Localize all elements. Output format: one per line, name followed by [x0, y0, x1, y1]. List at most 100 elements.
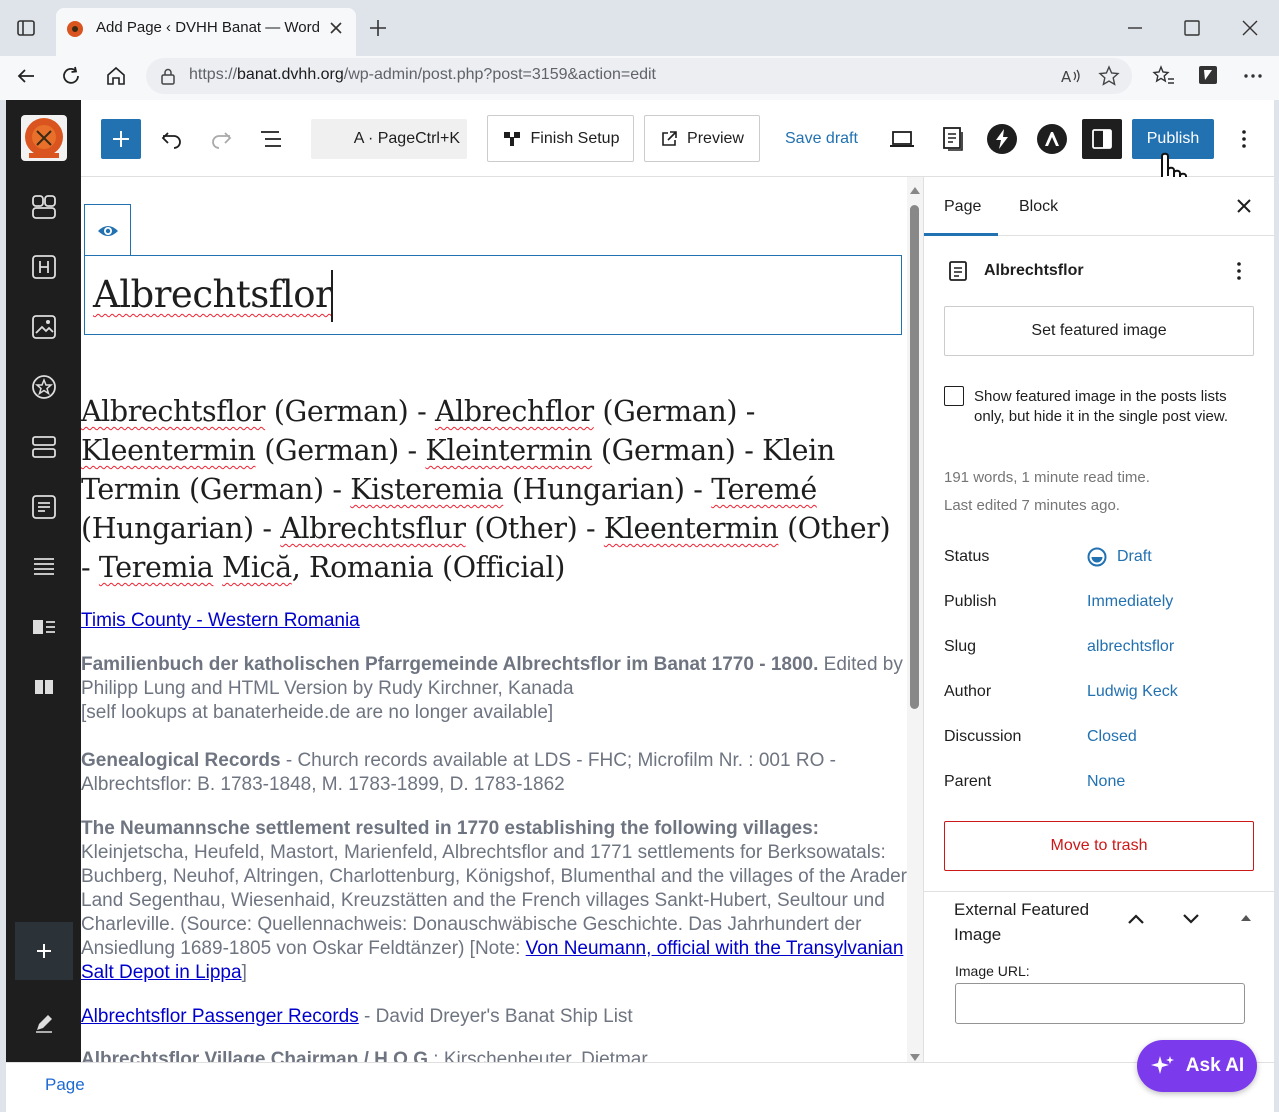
summary-label-status: Status — [944, 548, 990, 565]
url-text[interactable]: https://banat.dvhh.org/wp-admin/post.php… — [189, 66, 656, 84]
draft-status-icon — [1087, 547, 1107, 567]
move-up-icon[interactable] — [1126, 911, 1146, 927]
active-tab-indicator — [924, 233, 998, 236]
heading-segment: Teremia — [98, 551, 214, 584]
maximize-icon[interactable] — [1182, 18, 1202, 38]
heading-segment: Mică — [222, 551, 292, 584]
genealogical-paragraph[interactable]: Genealogical Records - Church records av… — [81, 749, 907, 797]
minimize-icon[interactable] — [1125, 18, 1145, 38]
plugin-bolt-icon[interactable] — [986, 123, 1018, 155]
columns-icon[interactable] — [31, 674, 57, 700]
ask-ai-button[interactable]: Ask AI — [1137, 1040, 1257, 1092]
heading-segment: (Hungarian) - — [81, 512, 281, 545]
settings-sidebar-toggle[interactable] — [1082, 119, 1122, 159]
device-preview-icon[interactable] — [889, 128, 915, 150]
settlement-paragraph[interactable]: The Neumannsche settlement resulted in 1… — [81, 817, 907, 985]
image-url-input[interactable] — [955, 983, 1245, 1024]
tab-actions-icon[interactable] — [16, 18, 36, 38]
heading-segment: Albrechflor — [434, 395, 594, 428]
paragraph-lines-icon[interactable] — [31, 554, 57, 580]
scroll-up-icon[interactable] — [909, 185, 921, 195]
footer-breadcrumb[interactable]: Page — [45, 1075, 85, 1095]
page-doc-icon — [948, 260, 968, 282]
sidebar-doc-title: Albrechtsflor — [984, 262, 1084, 279]
chairman-clip: Albrechtsflor Village Chairman / H.O.G.:… — [81, 1045, 907, 1062]
redo-icon[interactable] — [209, 128, 233, 150]
settlement-bold: The Neumannsche settlement resulted in 1… — [81, 818, 820, 839]
familienbuch-bold: Familienbuch der katholischen Pfarrgemei… — [81, 654, 819, 675]
move-down-icon[interactable] — [1181, 911, 1201, 927]
passenger-records-link[interactable]: Albrechtsflor Passenger Records — [81, 1006, 359, 1027]
eye-icon — [97, 225, 118, 236]
favorites-list-icon[interactable] — [1152, 65, 1176, 87]
heading-block-icon[interactable] — [31, 254, 57, 280]
set-featured-image-button[interactable]: Set featured image — [944, 306, 1254, 356]
heading-segment: (German) - — [265, 395, 435, 428]
doc-actions-icon[interactable] — [1230, 261, 1248, 281]
summary-value-discussion[interactable]: Closed — [1087, 728, 1137, 746]
stack-blocks-icon[interactable] — [31, 434, 57, 460]
post-title-text[interactable]: Albrechtsflor — [93, 273, 333, 316]
collapse-panel-icon[interactable] — [1240, 913, 1252, 923]
chairman-paragraph[interactable]: Albrechtsflor Village Chairman / H.O.G.:… — [81, 1048, 907, 1062]
heading-segment: Albrechtsflur — [280, 512, 466, 545]
options-menu-icon[interactable] — [1234, 128, 1254, 150]
summary-label-discussion: Discussion — [944, 728, 1022, 745]
sidebar-close-icon[interactable] — [1236, 198, 1252, 214]
block-inserter-button[interactable] — [101, 119, 141, 159]
patterns-icon[interactable] — [31, 194, 57, 220]
canvas-scroll-thumb[interactable] — [910, 205, 919, 709]
summary-value-author[interactable]: Ludwig Keck — [1087, 683, 1178, 701]
form-block-icon[interactable] — [31, 494, 57, 520]
summary-value-status[interactable]: Draft — [1117, 548, 1152, 566]
heading-segment: , Romania (Official) — [291, 551, 566, 584]
home-icon[interactable] — [105, 65, 127, 87]
heading-segment: (German) - — [255, 434, 426, 467]
plugin-astra-icon[interactable] — [1036, 123, 1068, 155]
command-palette-button[interactable]: A · PageCtrl+K — [311, 119, 467, 159]
genealogical-bold: Genealogical Records — [81, 750, 281, 771]
village-names-heading[interactable]: Albrechtsflor (German) - Albrechflor (Ge… — [81, 392, 907, 587]
site-logo[interactable] — [21, 115, 67, 161]
add-block-rail-button[interactable] — [15, 922, 73, 980]
summary-value-slug[interactable]: albrechtsflor — [1087, 638, 1174, 656]
star-badge-icon[interactable] — [31, 374, 57, 400]
new-tab-icon[interactable] — [368, 18, 388, 38]
move-to-trash-button[interactable]: Move to trash — [944, 821, 1254, 871]
document-overview-icon[interactable] — [259, 128, 283, 150]
extension-icon[interactable] — [1197, 64, 1219, 86]
county-link[interactable]: Timis County - Western Romania — [81, 609, 907, 633]
tab-block[interactable]: Block — [1019, 198, 1058, 216]
site-favicon-icon — [65, 19, 85, 39]
wrench-icon — [503, 131, 520, 146]
document-details-icon[interactable] — [941, 126, 965, 152]
visibility-toggle[interactable] — [84, 204, 131, 256]
heading-segment: Kisteremia — [350, 473, 504, 506]
window-close-icon[interactable] — [1240, 18, 1260, 38]
image-block-icon[interactable] — [31, 314, 57, 340]
read-aloud-icon[interactable]: A — [1060, 66, 1082, 86]
back-icon[interactable] — [15, 65, 37, 87]
media-text-icon[interactable] — [31, 614, 57, 640]
sparkle-icon — [1150, 1056, 1174, 1074]
lock-icon[interactable] — [159, 67, 177, 85]
plus-icon — [37, 944, 51, 958]
summary-value-parent[interactable]: None — [1087, 773, 1125, 791]
summary-value-publish[interactable]: Immediately — [1087, 593, 1173, 611]
finish-setup-button[interactable]: Finish Setup — [487, 115, 634, 162]
browser-menu-icon[interactable] — [1242, 65, 1264, 87]
county-link-text[interactable]: Timis County - Western Romania — [81, 610, 360, 631]
reload-icon[interactable] — [60, 65, 82, 87]
passenger-text: - David Dreyer's Banat Ship List — [358, 1006, 633, 1027]
preview-button[interactable]: Preview — [644, 115, 760, 162]
undo-icon[interactable] — [160, 128, 184, 150]
passenger-paragraph[interactable]: Albrechtsflor Passenger Records - David … — [81, 1005, 907, 1029]
pencil-edit-icon[interactable] — [33, 1012, 55, 1034]
save-draft-button[interactable]: Save draft — [785, 130, 858, 148]
favorite-star-icon[interactable] — [1098, 65, 1120, 87]
familienbuch-paragraph[interactable]: Familienbuch der katholischen Pfarrgemei… — [81, 653, 907, 725]
hide-featured-checkbox[interactable] — [944, 386, 964, 406]
tab-close-icon[interactable] — [328, 20, 344, 36]
tab-page[interactable]: Page — [944, 198, 981, 216]
external-link-icon — [662, 130, 677, 146]
